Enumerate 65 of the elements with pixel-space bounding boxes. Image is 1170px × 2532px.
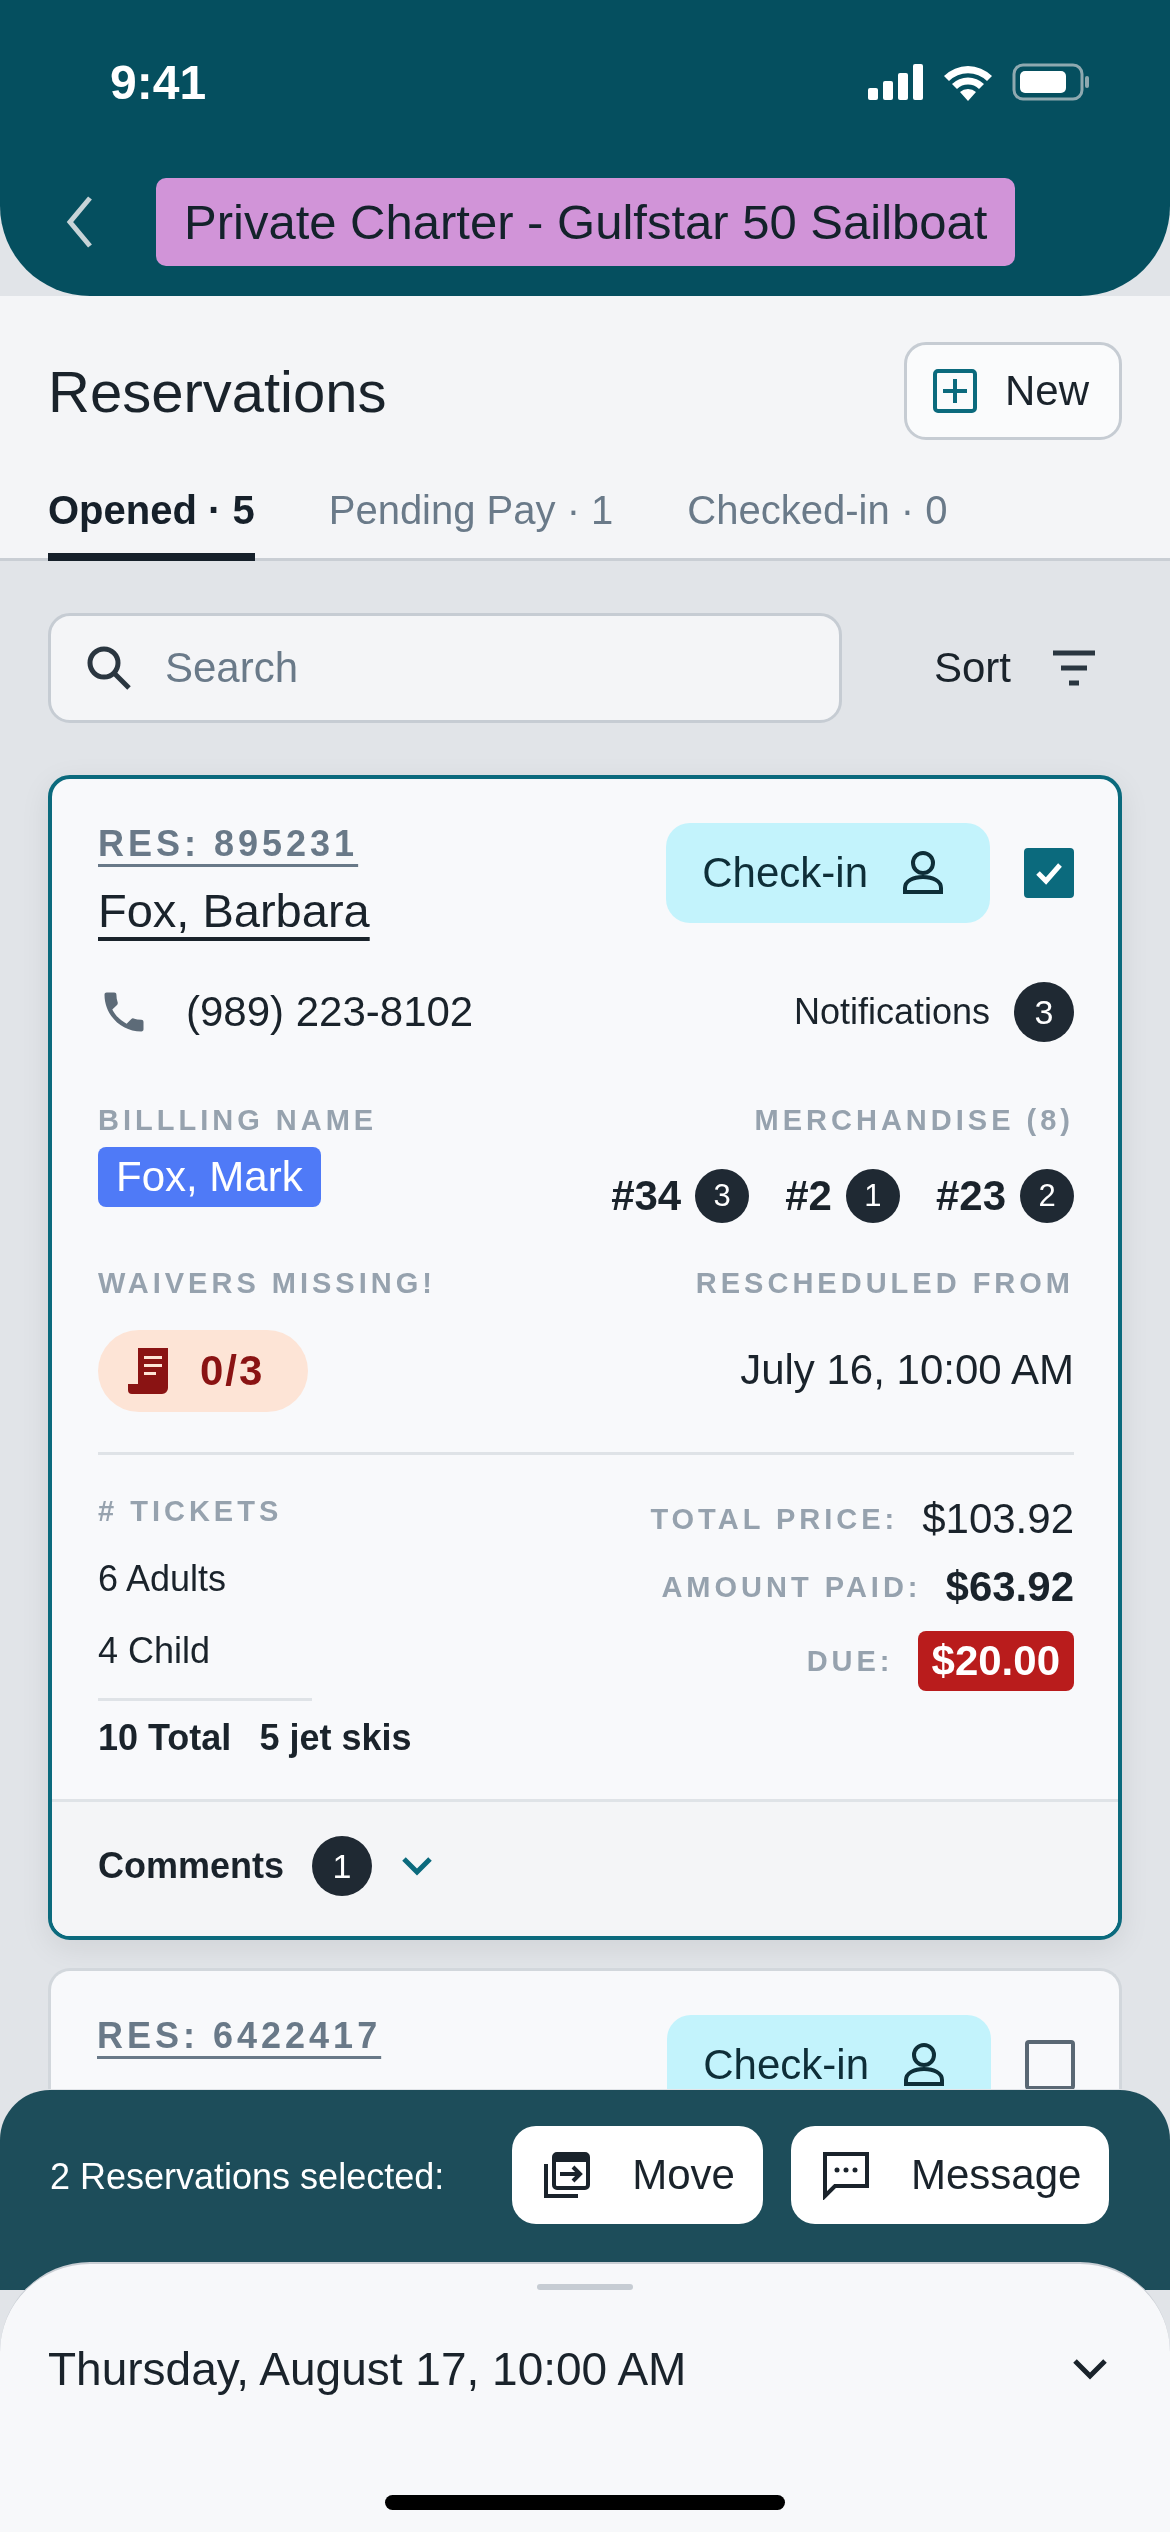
move-icon — [542, 2150, 593, 2200]
merchandise-code: #34 — [611, 1172, 682, 1220]
search-input[interactable]: Search — [163, 643, 767, 693]
select-checkbox[interactable] — [1024, 848, 1074, 898]
move-button[interactable]: Move — [512, 2126, 763, 2224]
drag-handle[interactable] — [537, 2284, 633, 2290]
person-icon — [903, 2042, 945, 2088]
new-button[interactable]: New — [903, 342, 1122, 440]
merchandise-code: #2 — [785, 1172, 832, 1220]
comments-label: Comments — [98, 1845, 285, 1887]
ticket-count: 6 Adults — [98, 1558, 228, 1600]
waivers-label: WAIVERS MISSING! — [98, 1267, 436, 1300]
comment-count: 1 — [312, 1836, 373, 1896]
event-title: Private Charter - Gulfstar 50 Sailboat — [156, 178, 1016, 266]
search-icon — [85, 644, 133, 692]
chevron-down-icon[interactable] — [1072, 2358, 1108, 2380]
search-field[interactable]: Search — [48, 613, 842, 723]
selection-count: 2 Reservations selected: — [50, 2156, 445, 2198]
reservation-card[interactable] — [48, 775, 1122, 1940]
billing-label: BILLLING NAME — [98, 1104, 378, 1137]
notifications-label: Notifications — [793, 991, 990, 1033]
filter-tab[interactable]: Opened · 5 — [48, 488, 255, 561]
reservation-number[interactable]: RES: 895231 — [98, 823, 370, 865]
check-in-button[interactable]: Check-in — [667, 2015, 991, 2089]
check-in-button[interactable]: Check-in — [666, 823, 990, 923]
billing-name-tag: Fox, Mark — [98, 1147, 321, 1207]
merchandise-label: MERCHANDISE (8) — [754, 1104, 1074, 1137]
event-date[interactable]: Thursday, August 17, 10:00 AM — [48, 2342, 687, 2396]
ticket-count: 4 Child — [98, 1630, 212, 1672]
message-button[interactable]: Message — [790, 2126, 1110, 2224]
rescheduled-date: July 16, 10:00 AM — [740, 1346, 1074, 1394]
back-icon[interactable] — [66, 194, 94, 250]
tickets-label: # TICKETS — [98, 1495, 284, 1528]
message-icon — [820, 2150, 871, 2200]
reservation-card[interactable]: RES: 6422417 Check-in — [48, 1968, 1122, 2089]
filter-tab[interactable]: Pending Pay · 1 — [328, 488, 614, 561]
status-time: 9:41 — [110, 54, 207, 110]
signal-icon — [868, 64, 924, 100]
reservation-number[interactable]: RES: 6422417 — [97, 2015, 382, 2057]
price-label: AMOUNT PAID: — [661, 1570, 922, 1604]
ticket-total: 10 Total — [98, 1717, 232, 1759]
price-value: $103.92 — [922, 1495, 1074, 1543]
notification-count: 3 — [1014, 982, 1074, 1042]
filter-tab[interactable]: Checked-in · 0 — [687, 488, 948, 561]
receipt-icon — [128, 1346, 170, 1396]
wifi-icon — [942, 63, 994, 101]
price-label: DUE: — [806, 1644, 894, 1678]
jet-ski-count: 5 jet skis — [259, 1717, 412, 1759]
plus-square-icon — [932, 369, 977, 413]
merchandise-count: 1 — [845, 1169, 900, 1223]
battery-icon — [1012, 63, 1090, 101]
guest-name[interactable]: Fox, Barbara — [98, 883, 370, 938]
page-title: Reservations — [48, 357, 387, 425]
merchandise-count: 3 — [695, 1169, 750, 1223]
merchandise-count: 2 — [1020, 1169, 1074, 1223]
phone-number[interactable]: (989) 223-8102 — [186, 988, 474, 1036]
waiver-status: 0/3 — [98, 1330, 309, 1412]
due-amount-tag: $20.00 — [917, 1631, 1074, 1691]
person-icon — [902, 850, 944, 896]
merchandise-code: #23 — [935, 1172, 1006, 1220]
price-label: TOTAL PRICE: — [650, 1502, 899, 1536]
filter-lines-icon — [1051, 650, 1098, 686]
rescheduled-label: RESCHEDULED FROM — [695, 1267, 1074, 1300]
price-value: $63.92 — [945, 1563, 1074, 1611]
sort-button[interactable]: Sort — [928, 643, 1104, 693]
